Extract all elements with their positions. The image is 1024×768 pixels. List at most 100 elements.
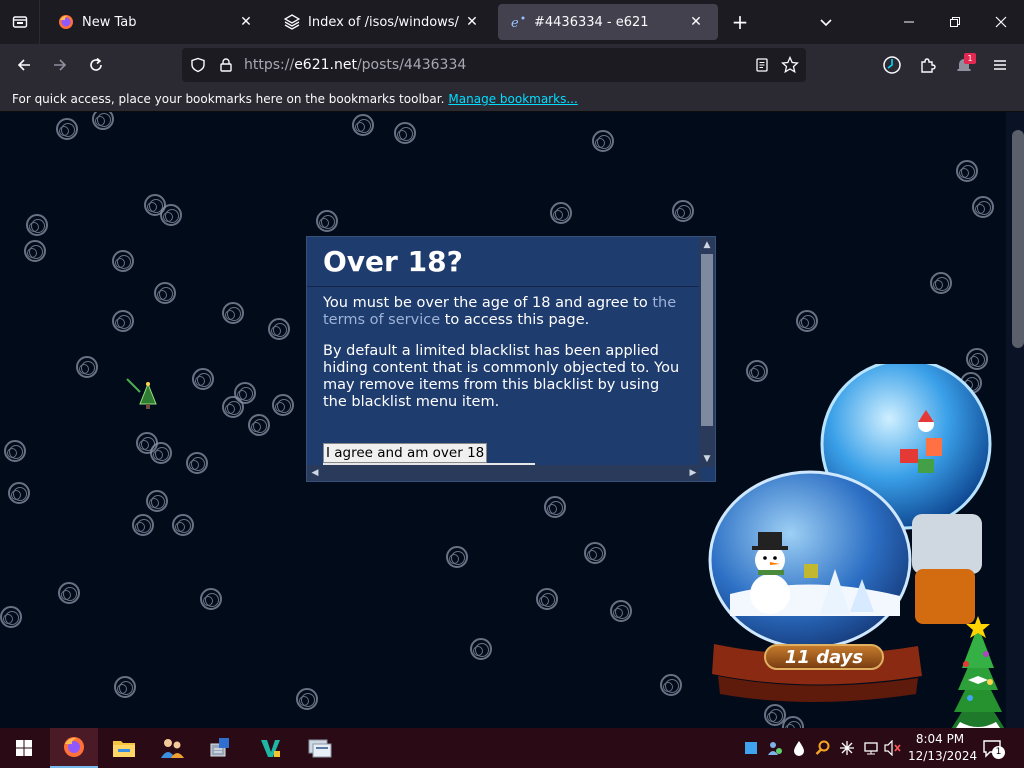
close-icon[interactable]: ✕ [686, 12, 706, 32]
tray-droplet-icon[interactable] [790, 738, 808, 758]
url-text[interactable]: https://e621.net/posts/4436334 [244, 57, 466, 73]
star-icon[interactable] [776, 56, 804, 74]
folder-stack-icon [284, 14, 300, 30]
lock-icon[interactable] [212, 57, 240, 73]
tab-new-tab[interactable]: New Tab ✕ [46, 4, 268, 40]
taskbar-vscode[interactable] [246, 728, 294, 768]
restore-button[interactable] [932, 0, 978, 44]
snowflake-icon [446, 546, 468, 568]
close-window-button[interactable] [978, 0, 1024, 44]
hamburger-menu-icon [994, 60, 1006, 70]
tray-user-icon[interactable] [766, 738, 784, 758]
snowflake-icon [114, 676, 136, 698]
page-scroll-thumb[interactable] [1012, 130, 1024, 348]
taskbar-people[interactable] [148, 728, 196, 768]
dialog-body: You must be over the age of 18 and agree… [323, 295, 683, 425]
reload-button[interactable] [82, 51, 110, 79]
snowflake-icon [316, 210, 338, 232]
snowflake-icon [592, 130, 614, 152]
restore-icon [950, 17, 960, 27]
snowflake-icon [972, 196, 994, 218]
snowflake-icon [200, 588, 222, 610]
snowflake-icon [8, 482, 30, 504]
puzzle-icon [921, 58, 936, 73]
shield-icon[interactable] [184, 57, 212, 73]
age-verification-dialog: Over 18? You must be over the age of 18 … [306, 236, 716, 482]
taskbar-file-explorer[interactable] [100, 728, 148, 768]
snowflake-icon [132, 514, 154, 536]
navigation-toolbar: https://e621.net/posts/4436334 1 [0, 44, 1024, 86]
tray-network-icon[interactable] [862, 738, 880, 758]
action-center-button[interactable]: 1 [980, 736, 1005, 760]
tray-sparkle-icon[interactable] [838, 738, 856, 758]
svg-text:e: e [511, 16, 519, 30]
firefox-icon [64, 737, 84, 757]
snow-globe-illustration [708, 358, 1005, 728]
url-bar[interactable]: https://e621.net/posts/4436334 [182, 48, 806, 82]
snowflake-icon [584, 542, 606, 564]
file-explorer-icon [113, 741, 135, 757]
people-icon [161, 739, 184, 758]
firefox-view-button[interactable] [0, 0, 40, 44]
tray-search-icon[interactable] [814, 738, 832, 758]
snowflake-icon [930, 272, 952, 294]
back-button[interactable] [10, 51, 38, 79]
tray-volume-muted-icon[interactable] [884, 738, 902, 758]
snowflake-icon [24, 240, 46, 262]
system-clock[interactable]: 8:04 PM 12/13/2024 [908, 731, 977, 765]
snow-globe-countdown-gadget[interactable]: 11 days [700, 358, 1024, 728]
snowflake-icon [56, 118, 78, 140]
scroll-right-icon[interactable]: ▶ [685, 465, 701, 481]
snowflake-icon [172, 514, 194, 536]
snowflake-icon [544, 496, 566, 518]
snowflake-icon [112, 310, 134, 332]
snowflake-icon [672, 200, 694, 222]
e621-icon: e [510, 14, 526, 30]
list-all-tabs-button[interactable] [814, 10, 838, 34]
sync-button[interactable] [878, 51, 906, 79]
dialog-title: Over 18? [307, 237, 700, 287]
close-icon[interactable]: ✕ [236, 12, 256, 32]
agree-button[interactable]: I agree and am over 18 [323, 443, 488, 463]
snowflake-icon [222, 396, 244, 418]
snowflake-icon [192, 368, 214, 390]
url-scheme: https:// [244, 57, 295, 73]
reload-icon [90, 57, 102, 71]
tray-blue-square-icon[interactable] [742, 738, 760, 758]
snowflake-icon [550, 202, 572, 224]
arrow-left-icon [17, 59, 30, 71]
snowflake-icon [470, 638, 492, 660]
extension-notification-button[interactable]: 1 [950, 51, 978, 79]
close-icon[interactable]: ✕ [462, 12, 482, 32]
minimize-button[interactable] [886, 0, 932, 44]
snowflake-icon [610, 600, 632, 622]
reader-view-icon[interactable] [748, 57, 776, 73]
taskbar-network-tool[interactable] [296, 728, 344, 768]
snowflake-icon [660, 674, 682, 696]
minimize-icon [904, 21, 914, 23]
new-tab-button[interactable]: + [728, 10, 752, 34]
scroll-up-icon[interactable]: ▲ [699, 237, 715, 253]
taskbar-firefox[interactable] [50, 728, 98, 768]
snowflake-icon [0, 606, 22, 628]
snowflake-icon [146, 490, 168, 512]
tab-index-isos[interactable]: Index of /isos/windows/ ✕ [272, 4, 494, 40]
snowflake-icon [248, 414, 270, 436]
start-button[interactable] [0, 728, 48, 768]
snowflake-icon [222, 302, 244, 324]
app-menu-button[interactable] [986, 51, 1014, 79]
extensions-button[interactable] [914, 51, 942, 79]
scroll-left-icon[interactable]: ◀ [307, 465, 323, 481]
taskbar-installer[interactable] [196, 728, 244, 768]
page-scrollbar[interactable] [1006, 112, 1024, 728]
network-icon [308, 739, 332, 758]
tab-title: #4436334 - e621 [534, 14, 649, 30]
tab-e621[interactable]: e #4436334 - e621 ✕ [498, 4, 718, 40]
page-content: Over 18? You must be over the age of 18 … [0, 112, 1024, 728]
forward-button[interactable] [46, 51, 74, 79]
manage-bookmarks-link[interactable]: Manage bookmarks... [448, 92, 577, 106]
snowflake-icon [150, 442, 172, 464]
dialog-horizontal-scrollbar[interactable]: ◀ ▶ [307, 465, 701, 481]
firefox-view-icon [12, 16, 27, 28]
dialog-paragraph-blacklist: By default a limited blacklist has been … [323, 343, 680, 410]
